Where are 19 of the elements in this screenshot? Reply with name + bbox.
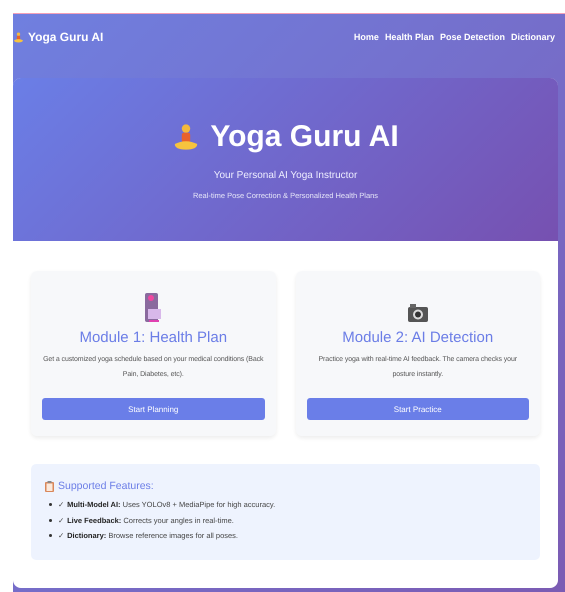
bullet-icon <box>49 534 52 538</box>
hero-title: Yoga Guru AI <box>210 120 399 154</box>
start-button[interactable]: Start Planning <box>42 398 264 420</box>
bullet-icon <box>49 503 52 506</box>
nav-link[interactable]: Home <box>354 32 379 42</box>
brand-name[interactable]: Yoga Guru AI <box>28 30 104 44</box>
nav-link[interactable]: Dictionary <box>510 32 555 42</box>
clipboard-icon <box>45 480 54 492</box>
nav-link[interactable]: Health Plan <box>384 32 434 42</box>
module-title: Module 1: Health Plan <box>79 329 228 346</box>
start-button[interactable]: Start Practice <box>306 398 529 420</box>
hero-subtitle: Your Personal AI Yoga Instructor <box>214 170 358 180</box>
medical-card-icon <box>144 293 162 323</box>
nav-link[interactable]: Pose Detection <box>440 32 505 42</box>
camera-icon <box>406 303 429 323</box>
module-title: Module 2: AI Detection <box>342 329 494 346</box>
features-title: Supported Features: <box>58 480 154 492</box>
bullet-icon <box>49 518 52 522</box>
meditating-person-icon <box>13 32 24 42</box>
